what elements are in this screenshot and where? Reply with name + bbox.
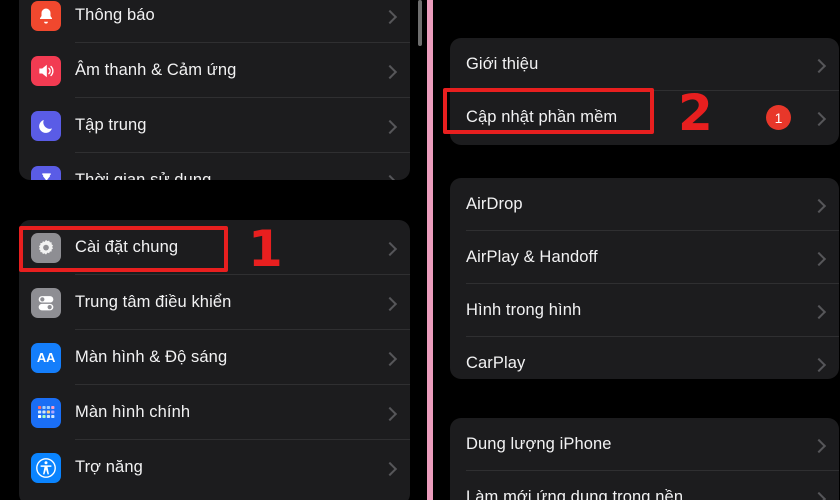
general-row-about[interactable]: Giới thiệu [450, 38, 839, 91]
settings-row-label: Trung tâm điều khiển [75, 293, 232, 311]
settings-left-panel: Thông báo Âm thanh & Cảm ứng Tập trung T… [0, 0, 427, 500]
chevron-right-icon [384, 462, 396, 474]
scrollbar-thumb[interactable] [418, 0, 422, 46]
settings-row-control-center[interactable]: Trung tâm điều khiển [19, 275, 410, 330]
settings-row-general[interactable]: Cài đặt chung [19, 220, 410, 275]
settings-row-label: Thông báo [75, 6, 155, 24]
settings-row-label: Làm mới ứng dụng trong nền [466, 488, 684, 500]
chevron-right-icon [384, 65, 396, 77]
chevron-right-icon [813, 112, 825, 124]
settings-row-label: Dung lượng iPhone [466, 435, 612, 453]
settings-row-label: Trợ năng [75, 458, 143, 476]
settings-row-accessibility[interactable]: Trợ năng [19, 440, 410, 495]
chevron-right-icon [384, 120, 396, 132]
settings-row-notifications[interactable]: Thông báo [19, 0, 410, 43]
hourglass-icon [31, 165, 61, 180]
chevron-right-icon [384, 175, 396, 181]
chevron-right-icon [384, 352, 396, 364]
settings-group-notifications: Thông báo Âm thanh & Cảm ứng Tập trung T… [19, 0, 410, 180]
settings-row-label: CarPlay [466, 354, 526, 372]
settings-row-display-brightness[interactable]: AA Màn hình & Độ sáng [19, 330, 410, 385]
chevron-right-icon [813, 358, 825, 370]
chevron-right-icon [384, 242, 396, 254]
accessibility-icon [31, 452, 61, 483]
settings-row-focus[interactable]: Tập trung [19, 98, 410, 153]
settings-row-label: Hình trong hình [466, 301, 582, 319]
general-group-about: Giới thiệu Cập nhật phần mềm 1 [450, 38, 839, 145]
settings-row-label: Cài đặt chung [75, 238, 179, 256]
home-screen-icon [31, 397, 61, 428]
screenshot-root: Thông báo Âm thanh & Cảm ứng Tập trung T… [0, 0, 840, 500]
chevron-right-icon [384, 407, 396, 419]
settings-row-label: Giới thiệu [466, 55, 539, 73]
settings-row-label: Màn hình & Độ sáng [75, 348, 228, 366]
general-group-storage: Dung lượng iPhone Làm mới ứng dụng trong… [450, 418, 839, 500]
settings-right-panel: Giới thiệu Cập nhật phần mềm 1 AirDrop A… [433, 0, 840, 500]
settings-row-home-screen[interactable]: Màn hình chính [19, 385, 410, 440]
settings-row-label: AirPlay & Handoff [466, 248, 598, 266]
annotation-step-2: 2 [678, 84, 713, 142]
general-row-iphone-storage[interactable]: Dung lượng iPhone [450, 418, 839, 471]
general-group-connectivity: AirDrop AirPlay & Handoff Hình trong hìn… [450, 178, 839, 379]
settings-row-label: Tập trung [75, 116, 147, 134]
bell-icon [31, 0, 61, 31]
annotation-step-1: 1 [248, 220, 283, 278]
chevron-right-icon [384, 10, 396, 22]
gear-icon [31, 232, 61, 263]
general-row-airplay-handoff[interactable]: AirPlay & Handoff [450, 231, 839, 284]
general-row-background-app-refresh[interactable]: Làm mới ứng dụng trong nền [450, 471, 839, 500]
chevron-right-icon [813, 492, 825, 500]
chevron-right-icon [813, 252, 825, 264]
settings-row-label: AirDrop [466, 195, 523, 213]
display-aa-icon: AA [31, 342, 61, 373]
settings-row-label: Âm thanh & Cảm ứng [75, 61, 237, 79]
chevron-right-icon [813, 305, 825, 317]
settings-row-label: Thời gian sử dụng [75, 171, 212, 180]
settings-row-label: Cập nhật phần mềm [466, 108, 618, 126]
settings-group-general: Cài đặt chung Trung tâm điều khiển AA Mà… [19, 220, 410, 500]
chevron-right-icon [813, 439, 825, 451]
general-row-software-update[interactable]: Cập nhật phần mềm 1 [450, 91, 839, 144]
settings-row-label: Màn hình chính [75, 403, 191, 421]
chevron-right-icon [384, 297, 396, 309]
moon-icon [31, 110, 61, 141]
status-badge: 1 [766, 105, 791, 130]
general-row-airdrop[interactable]: AirDrop [450, 178, 839, 231]
speaker-icon [31, 55, 61, 86]
settings-row-screen-time[interactable]: Thời gian sử dụng [19, 153, 410, 180]
general-row-carplay[interactable]: CarPlay [450, 337, 839, 379]
chevron-right-icon [813, 59, 825, 71]
settings-row-sounds-haptics[interactable]: Âm thanh & Cảm ứng [19, 43, 410, 98]
control-center-icon [31, 287, 61, 318]
aa-glyph: AA [36, 350, 56, 365]
general-row-picture-in-picture[interactable]: Hình trong hình [450, 284, 839, 337]
chevron-right-icon [813, 199, 825, 211]
